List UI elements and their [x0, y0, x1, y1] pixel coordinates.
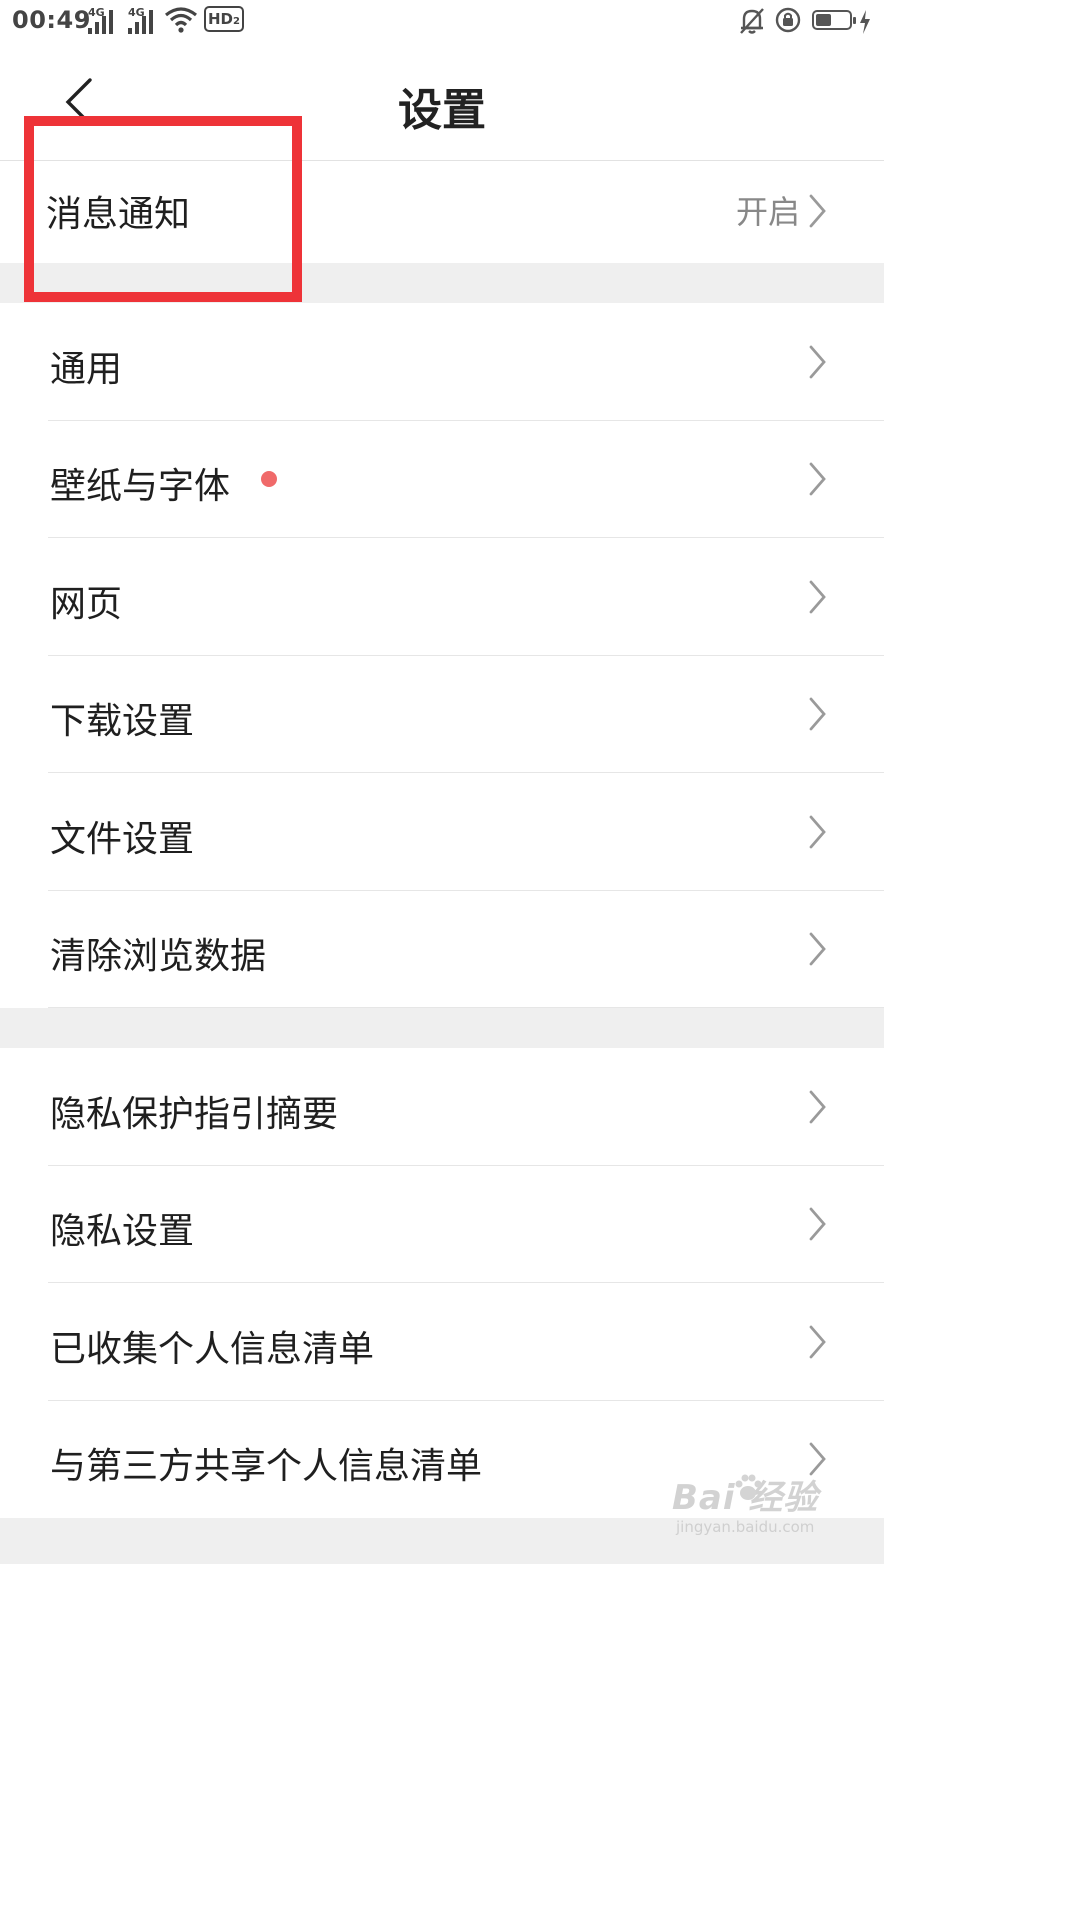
- status-bar: 00:49 4G 4G HD2: [0, 0, 884, 44]
- paw-icon: [735, 1474, 762, 1500]
- chevron-right-icon: [809, 932, 826, 966]
- row-label: 通用: [50, 348, 123, 390]
- status-time: 00:49: [12, 6, 91, 34]
- header-bar: 设置: [0, 44, 884, 161]
- settings-row[interactable]: 已收集个人信息清单: [0, 1283, 884, 1401]
- settings-row[interactable]: 下载设置: [0, 655, 884, 773]
- settings-row[interactable]: 文件设置: [0, 773, 884, 891]
- wifi-icon: [165, 7, 197, 33]
- page-title: 设置: [398, 85, 486, 136]
- settings-row[interactable]: 清除浏览数据: [0, 890, 884, 1008]
- mute-bell-icon: [740, 8, 764, 34]
- chevron-right-icon: [809, 1325, 826, 1359]
- rotation-lock-icon: [775, 7, 801, 33]
- settings-row[interactable]: 通用: [0, 303, 884, 421]
- row-label: 清除浏览数据: [50, 936, 267, 978]
- battery-level: [816, 14, 831, 26]
- settings-row-notifications[interactable]: 消息通知 开启: [0, 161, 884, 263]
- chevron-right-icon: [809, 580, 826, 614]
- chevron-right-icon: [809, 345, 826, 379]
- section-gap: [0, 1008, 884, 1048]
- signal-4g-icon-2: 4G: [128, 6, 153, 34]
- new-badge-dot: [261, 471, 277, 488]
- row-label: 文件设置: [50, 818, 195, 860]
- settings-row[interactable]: 网页: [0, 538, 884, 656]
- chevron-right-icon: [809, 194, 826, 228]
- signal-4g-icon-1: 4G: [88, 6, 113, 34]
- charging-icon: [860, 10, 870, 34]
- chevron-right-icon: [809, 697, 826, 731]
- baidu-jingyan-watermark: Bai 经验 jingyan.baidu.com: [672, 1470, 832, 1546]
- section-gap: [0, 263, 884, 303]
- row-label: 消息通知: [46, 194, 191, 235]
- chevron-right-icon: [809, 1090, 826, 1124]
- row-label: 已收集个人信息清单: [50, 1328, 375, 1370]
- watermark-url: jingyan.baidu.com: [676, 1518, 815, 1536]
- battery-icon: [812, 10, 856, 30]
- chevron-right-icon: [809, 1207, 826, 1241]
- settings-row[interactable]: 隐私设置: [0, 1165, 884, 1283]
- row-label: 下载设置: [50, 701, 195, 743]
- settings-row[interactable]: 壁纸与字体: [0, 420, 884, 538]
- row-label: 隐私保护指引摘要: [50, 1093, 339, 1135]
- row-label: 网页: [50, 583, 123, 625]
- hd-voice-icon: HD2: [204, 6, 244, 32]
- row-label: 隐私设置: [50, 1211, 195, 1253]
- row-label: 与第三方共享个人信息清单: [50, 1446, 483, 1488]
- row-label: 壁纸与字体: [50, 466, 231, 508]
- chevron-right-icon: [809, 462, 826, 496]
- chevron-right-icon: [809, 815, 826, 849]
- settings-row[interactable]: 隐私保护指引摘要: [0, 1048, 884, 1166]
- notifications-status: 开启: [735, 193, 800, 231]
